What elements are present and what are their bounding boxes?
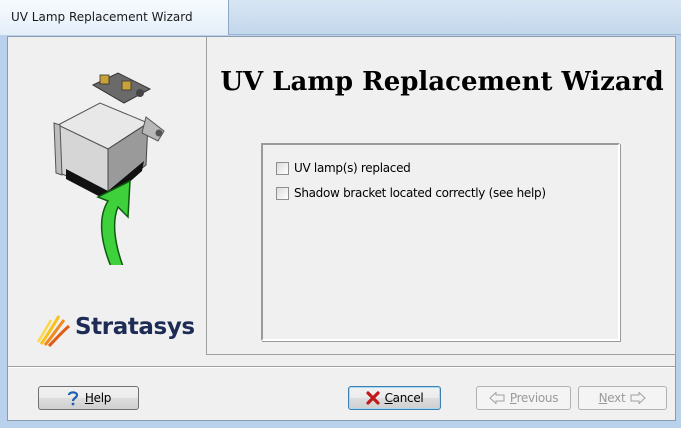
wizard-window: UV Lamp Replacement Wizard Stratasys UV … (0, 0, 681, 428)
main-panel: UV Lamp Replacement Wizard UV lamp(s) re… (206, 37, 676, 355)
wizard-client-area: Stratasys UV Lamp Replacement Wizard UV … (7, 36, 676, 421)
lamp-replaced-checkbox[interactable] (276, 161, 289, 175)
logo-wordmark: Stratasys (75, 314, 195, 340)
cancel-button[interactable]: Cancel (348, 386, 441, 410)
next-button[interactable]: Next (578, 386, 667, 410)
title-tab: UV Lamp Replacement Wizard (0, 0, 229, 35)
checklist-box: UV lamp(s) replaced Shadow bracket locat… (261, 143, 620, 341)
stratasys-logo: Stratasys (37, 312, 197, 348)
cancel-button-label: Cancel (384, 391, 424, 405)
checklist-item-shadow-bracket[interactable]: Shadow bracket located correctly (see he… (276, 185, 546, 201)
shadow-bracket-label[interactable]: Shadow bracket located correctly (see he… (294, 186, 546, 200)
button-separator (8, 366, 675, 368)
window-title: UV Lamp Replacement Wizard (11, 10, 193, 24)
shadow-bracket-checkbox[interactable] (276, 186, 289, 200)
lamp-replaced-label[interactable]: UV lamp(s) replaced (294, 161, 411, 175)
help-button-label: Help (84, 391, 112, 405)
question-mark-icon (66, 390, 80, 406)
right-arrow-icon (630, 392, 647, 404)
help-button[interactable]: Help (38, 386, 139, 410)
side-panel: Stratasys (8, 37, 206, 355)
checklist-item-lamp-replaced[interactable]: UV lamp(s) replaced (276, 160, 411, 176)
previous-button[interactable]: Previous (476, 386, 571, 410)
previous-button-label: Previous (509, 391, 559, 405)
uv-lamp-illustration (53, 72, 165, 265)
page-heading: UV Lamp Replacement Wizard (220, 67, 664, 97)
title-bar[interactable]: UV Lamp Replacement Wizard (0, 0, 681, 35)
next-button-label: Next (598, 391, 626, 405)
stratasys-swoosh-icon (37, 315, 70, 348)
left-arrow-icon (489, 392, 505, 404)
red-x-icon (365, 391, 380, 405)
